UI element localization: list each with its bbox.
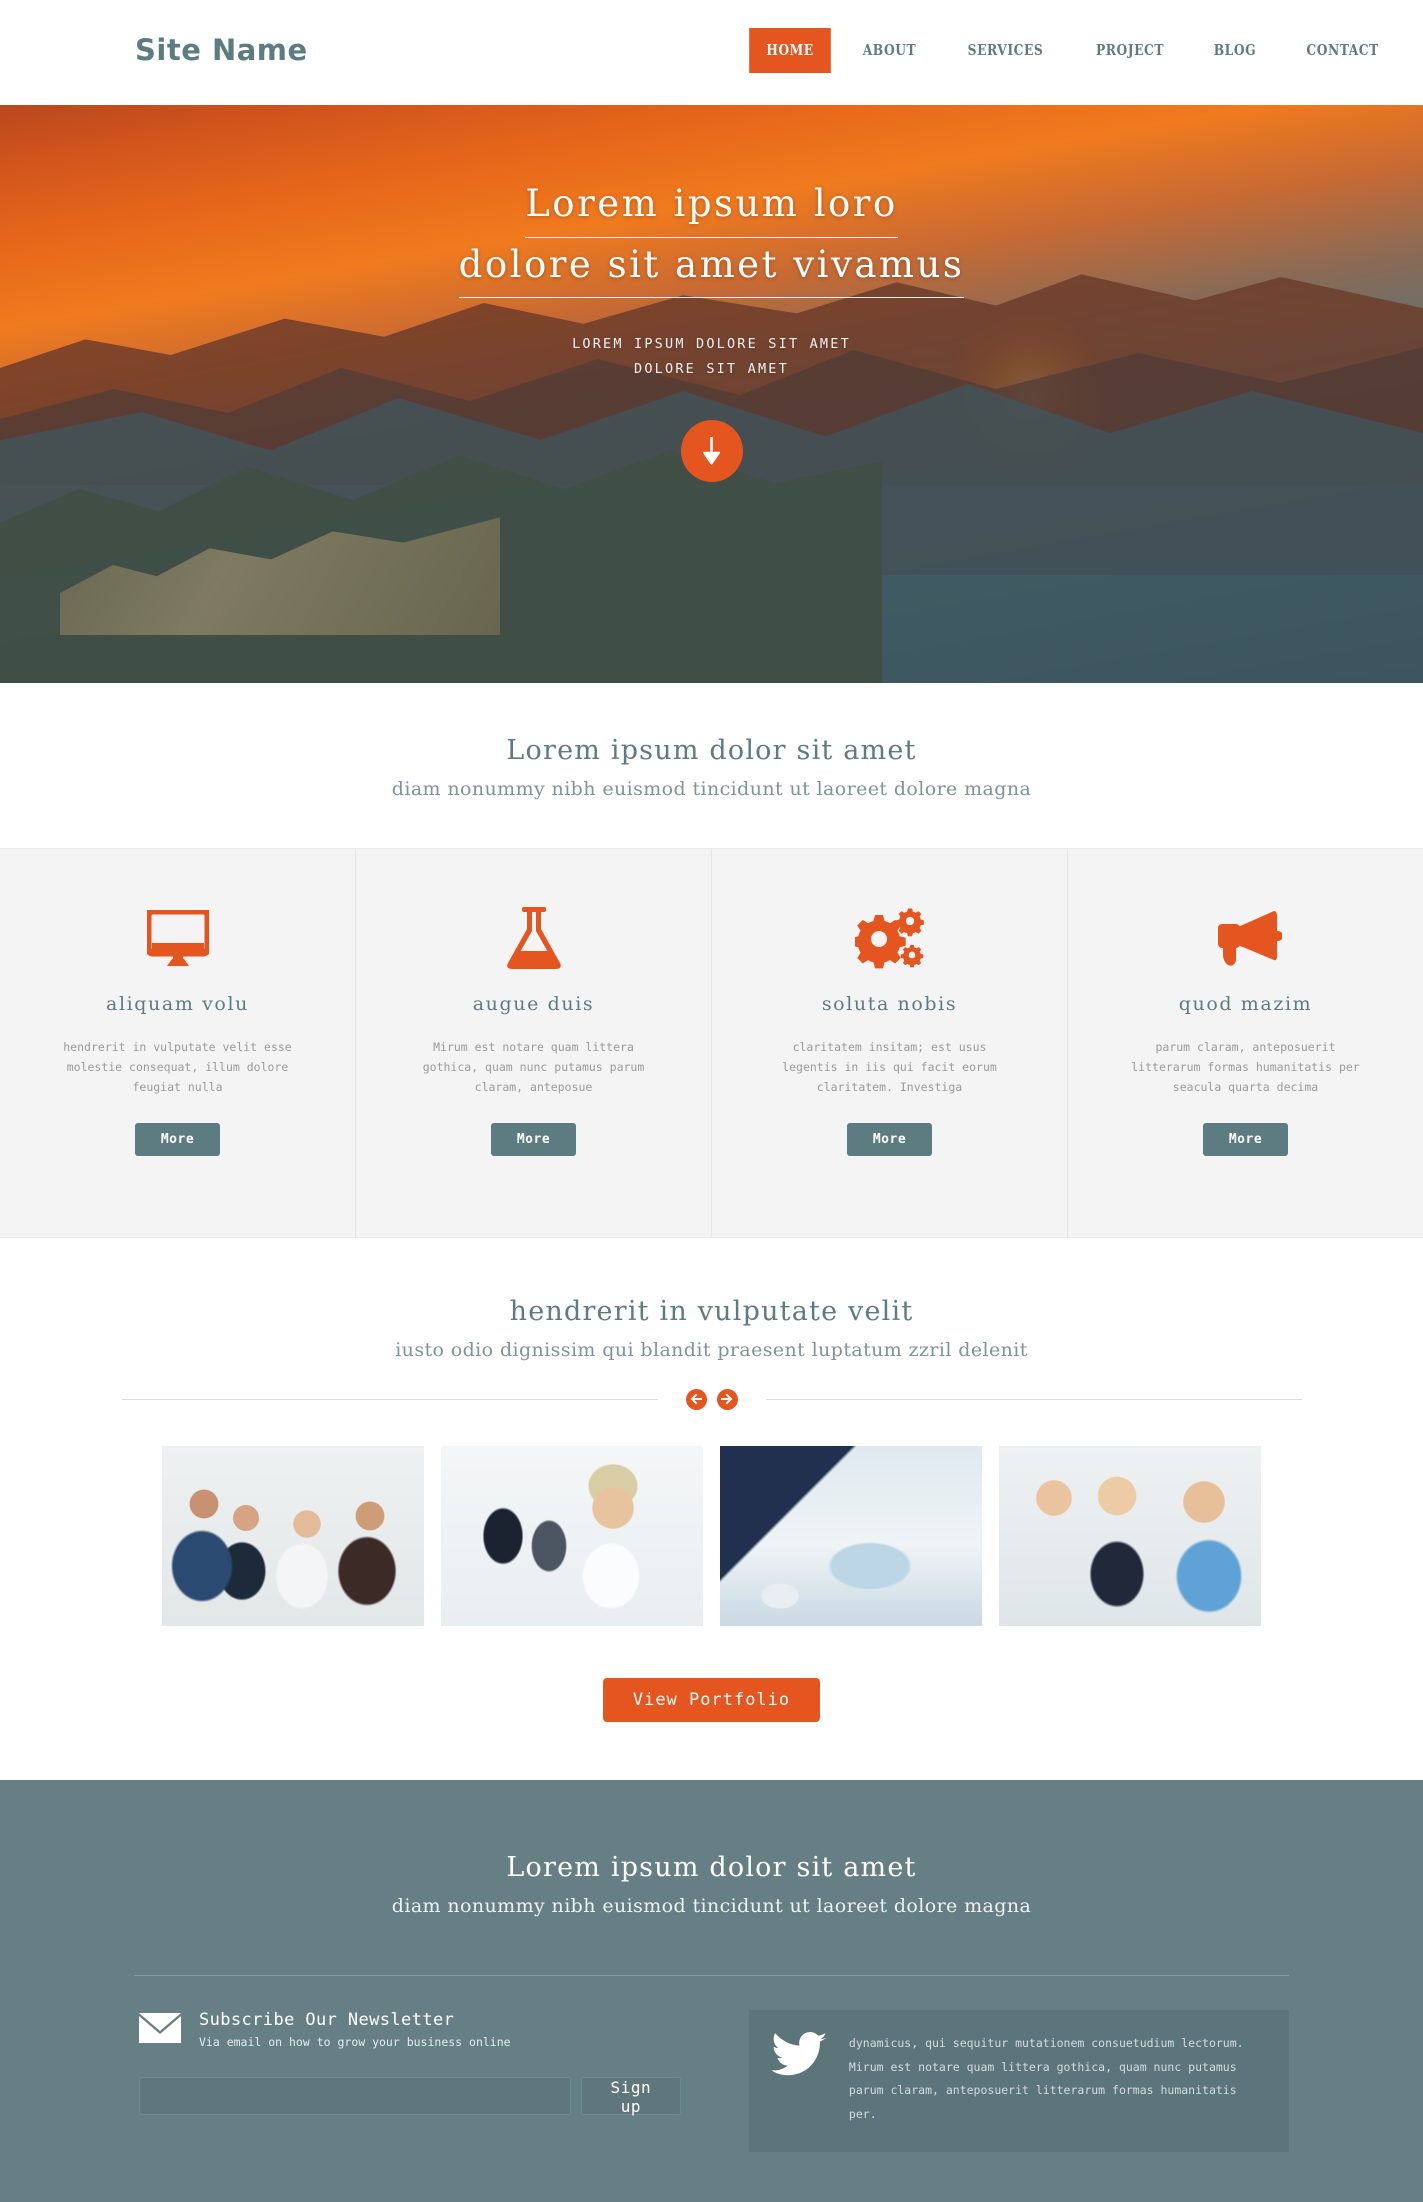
feature-title: augue duis <box>472 993 595 1015</box>
feature-more-button[interactable]: More <box>134 1123 221 1157</box>
portfolio-thumbnails <box>0 1446 1423 1626</box>
nav-item-about[interactable]: ABOUT <box>846 28 933 73</box>
hero-subtitle-line-1: LOREM IPSUM DOLORE SIT AMET <box>572 336 851 353</box>
newsletter-block: Subscribe Our Newsletter Via email on ho… <box>134 2010 681 2116</box>
feature-text: parum claram, anteposuerit litterarum fo… <box>1131 1040 1360 1095</box>
nav-item-services[interactable]: SERVICES <box>950 28 1060 73</box>
footer-title: Lorem ipsum dolor sit amet <box>506 1852 917 1883</box>
twitter-feed-block: dynamicus, qui sequitur mutationem consu… <box>748 2010 1289 2153</box>
megaphone-icon <box>1094 897 1397 979</box>
arrow-left-circle-icon <box>690 1390 702 1409</box>
feature-text: claritatem insitam; est usus legentis in… <box>782 1040 997 1095</box>
portfolio-thumbnail[interactable] <box>441 1446 703 1626</box>
intro-section: Lorem ipsum dolor sit amet diam nonummy … <box>0 683 1423 848</box>
portfolio-thumbnail[interactable] <box>999 1446 1261 1626</box>
hero-title-line-2: dolore sit amet vivamus <box>458 238 965 299</box>
portfolio-subtitle: iusto odio dignissim qui blandit praesen… <box>395 1339 1028 1361</box>
feature-title: soluta nobis <box>821 993 958 1015</box>
intro-subtitle: diam nonummy nibh euismod tincidunt ut l… <box>391 778 1032 800</box>
main-navigation: HOME ABOUT SERVICES PROJECT BLOG CONTACT <box>742 28 1405 73</box>
twitter-bird-icon <box>771 2032 827 2082</box>
carousel-controls <box>121 1389 1302 1410</box>
envelope-icon <box>139 2012 181 2047</box>
feature-text: Mirum est notare quam littera gothica, q… <box>422 1040 645 1095</box>
feature-more-button[interactable]: More <box>490 1123 577 1157</box>
divider-left <box>121 1399 658 1400</box>
portfolio-thumbnail[interactable] <box>162 1446 424 1626</box>
carousel-next-button[interactable] <box>716 1389 738 1410</box>
hero-subtitle-line-2: DOLORE SIT AMET <box>634 361 789 378</box>
nav-item-project[interactable]: PROJECT <box>1079 28 1181 73</box>
feature-card-3: soluta nobis claritatem insitam; est usu… <box>712 849 1068 1237</box>
scroll-down-button[interactable] <box>680 420 743 483</box>
hero-subtitle: LOREM IPSUM DOLORE SIT AMET DOLORE SIT A… <box>0 332 1423 382</box>
newsletter-subtitle: Via email on how to grow your business o… <box>199 2035 511 2049</box>
divider-right <box>765 1399 1302 1400</box>
features-section: aliquam volu hendrerit in vulputate veli… <box>0 848 1423 1238</box>
newsletter-title: Subscribe Our Newsletter <box>199 2010 455 2030</box>
gears-icon <box>738 897 1041 979</box>
hero-title: Lorem ipsum loro dolore sit amet vivamus <box>0 177 1423 299</box>
hero-title-line-1: Lorem ipsum loro <box>525 177 898 238</box>
nav-item-blog[interactable]: BLOG <box>1196 28 1272 73</box>
arrow-right-circle-icon <box>721 1390 733 1409</box>
newsletter-signup-button[interactable]: Sign up <box>580 2077 681 2116</box>
intro-title: Lorem ipsum dolor sit amet <box>506 735 917 766</box>
view-portfolio-button[interactable]: View Portfolio <box>602 1678 821 1722</box>
portfolio-section: hendrerit in vulputate velit iusto odio … <box>0 1238 1423 1780</box>
flask-icon <box>382 897 685 979</box>
monitor-icon <box>26 897 329 979</box>
site-logo[interactable]: Site Name <box>135 33 308 67</box>
feature-more-button[interactable]: More <box>846 1123 933 1157</box>
portfolio-title: hendrerit in vulputate velit <box>509 1296 914 1327</box>
feature-title: quod mazim <box>1178 993 1313 1015</box>
feature-more-button[interactable]: More <box>1202 1123 1289 1157</box>
feature-card-1: aliquam volu hendrerit in vulputate veli… <box>0 849 356 1237</box>
hero-banner: Lorem ipsum loro dolore sit amet vivamus… <box>0 105 1423 683</box>
carousel-prev-button[interactable] <box>685 1389 707 1410</box>
feature-card-2: augue duis Mirum est notare quam littera… <box>356 849 712 1237</box>
site-header: Site Name HOME ABOUT SERVICES PROJECT BL… <box>0 0 1423 105</box>
arrow-down-icon <box>703 437 720 466</box>
footer-subtitle: diam nonummy nibh euismod tincidunt ut l… <box>391 1895 1032 1917</box>
footer-divider <box>134 1975 1289 1976</box>
twitter-feed-text: dynamicus, qui sequitur mutationem consu… <box>848 2036 1244 2121</box>
nav-item-contact[interactable]: CONTACT <box>1289 28 1395 73</box>
site-footer: Lorem ipsum dolor sit amet diam nonummy … <box>0 1780 1423 2202</box>
nav-item-home[interactable]: HOME <box>749 28 831 73</box>
newsletter-email-input[interactable] <box>139 2077 571 2115</box>
feature-title: aliquam volu <box>106 993 249 1015</box>
feature-card-4: quod mazim parum claram, anteposuerit li… <box>1068 849 1423 1237</box>
portfolio-thumbnail[interactable] <box>720 1446 982 1626</box>
feature-text: hendrerit in vulputate velit esse molest… <box>63 1040 292 1095</box>
